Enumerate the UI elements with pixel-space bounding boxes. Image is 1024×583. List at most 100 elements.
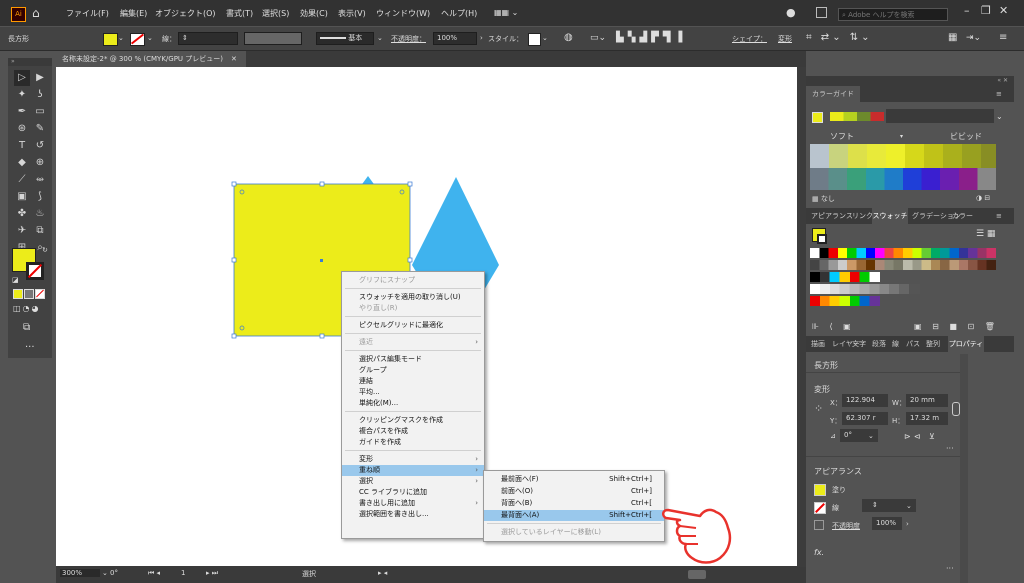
tab-properties[interactable]: プロパティ <box>948 336 984 352</box>
shape-label[interactable]: シェイプ： <box>732 34 767 44</box>
chevron-right-icon[interactable]: › <box>480 34 483 42</box>
symbol-tool-icon[interactable]: ♨ <box>32 206 48 222</box>
zoom-select[interactable]: 300% <box>60 569 100 577</box>
opacity-label[interactable]: 不透明度 <box>832 521 860 531</box>
swatch-grid-row4[interactable] <box>810 284 920 294</box>
tab-stroke[interactable]: 線 <box>892 336 899 352</box>
tab-draw[interactable]: 描画 <box>811 336 825 352</box>
vertical-scrollbar[interactable] <box>797 67 806 567</box>
chevron-down-icon[interactable]: ⌄ <box>542 34 548 42</box>
appearance-stroke-swatch[interactable] <box>814 502 826 514</box>
type-tool-icon[interactable]: T <box>14 138 30 154</box>
screen-mode-icon[interactable]: ⧉ <box>23 322 30 333</box>
swatch-stroke-indicator[interactable] <box>817 234 827 244</box>
chevron-down-icon[interactable]: ⌄ <box>118 34 124 42</box>
eyedropper-tool-icon[interactable]: ⟆ <box>32 189 48 205</box>
status-arrow-icon[interactable]: ▸ ◂ <box>378 569 387 577</box>
align-to-icon[interactable]: ▭⌄ <box>590 33 606 43</box>
submenu-bring-to-front[interactable]: 最前面へ(F) Shift+Ctrl+] <box>484 474 664 485</box>
panel-menu-icon[interactable]: ≡ <box>996 208 1002 224</box>
panel-options-icon[interactable]: ▦ <box>948 32 957 43</box>
harmony-rule-select[interactable] <box>886 109 994 123</box>
chevron-down-icon[interactable]: ▾ <box>900 133 903 140</box>
tab-color-guide[interactable]: カラーガイド <box>806 86 860 102</box>
tab-align[interactable]: 整列 <box>926 336 940 352</box>
align-buttons-icon[interactable]: ▙▚▟▛▜▐ <box>616 32 686 43</box>
direct-selection-tool-icon[interactable]: ▶ <box>32 70 48 86</box>
swatch-grid[interactable] <box>810 248 996 258</box>
color-guide-options-icon[interactable]: ◑ ⊟ <box>976 194 990 202</box>
shape-builder-tool-icon[interactable]: ⊕ <box>32 155 48 171</box>
recolor-icon[interactable]: ◍ <box>564 32 573 43</box>
opacity-input[interactable]: 100% <box>433 32 477 45</box>
stroke-weight-input[interactable]: ⇕ <box>178 32 238 45</box>
menu-file[interactable]: ファイル(F) <box>66 8 109 19</box>
selection-tool-icon[interactable]: ▷ <box>14 70 30 86</box>
chevron-down-icon[interactable]: ⌄ <box>147 34 153 42</box>
opacity-input[interactable]: 100% <box>872 517 902 530</box>
menu-help[interactable]: ヘルプ(H) <box>441 8 477 19</box>
menu-item-isolate-path[interactable]: 選択パス編集モード <box>342 354 484 365</box>
menu-object[interactable]: オブジェクト(O) <box>155 8 216 19</box>
arrange-documents-icon[interactable] <box>816 7 827 18</box>
menu-item-add-to-export[interactable]: 書き出し用に追加 › <box>342 498 484 509</box>
blend-tool-icon[interactable]: ✤ <box>14 206 30 222</box>
color-variations-grid-dark[interactable] <box>810 168 996 190</box>
menu-item-clipping-mask[interactable]: クリッピングマスクを作成 <box>342 415 484 426</box>
appearance-fill-swatch[interactable] <box>814 484 826 496</box>
default-colors-icon[interactable]: ◪ <box>12 276 19 284</box>
eraser-tool-icon[interactable]: ◆ <box>14 155 30 171</box>
chevron-down-icon[interactable]: ⌄ <box>102 569 108 577</box>
fill-swatch[interactable] <box>103 33 118 46</box>
submenu-send-backward[interactable]: 背面へ(B) Ctrl+[ <box>484 498 664 509</box>
tab-pathfinder[interactable]: パス <box>906 336 920 352</box>
panel-collapse-icon[interactable]: « ✕ <box>806 76 1014 86</box>
flip-icons[interactable]: ⊳⊲ ⊻ <box>904 432 938 441</box>
fx-icon[interactable]: fx. <box>814 548 824 557</box>
menu-item-compound-path[interactable]: 複合パスを作成 <box>342 426 484 437</box>
artboard-next-icon[interactable]: ▸ ⏭ <box>206 569 218 578</box>
tab-appearance[interactable]: アピアランス <box>811 208 853 224</box>
menu-effect[interactable]: 効果(C) <box>300 8 328 19</box>
more-options-icon[interactable]: ··· <box>946 444 954 453</box>
paintbrush-tool-icon[interactable]: ⟋ <box>14 172 30 188</box>
toolbar-grip-icon[interactable]: » <box>8 58 52 66</box>
properties-scrollbar[interactable] <box>960 354 968 583</box>
close-tab-icon[interactable]: ✕ <box>231 55 237 63</box>
menu-window[interactable]: ウィンドウ(W) <box>376 8 430 19</box>
menu-icon[interactable]: ≡ <box>999 32 1007 43</box>
restore-icon[interactable]: ❐ <box>981 4 991 17</box>
menu-item-make-guides[interactable]: ガイドを作成 <box>342 437 484 448</box>
pin-tool-icon[interactable]: ✈ <box>14 223 30 239</box>
swatch-grid-row5[interactable] <box>810 296 880 306</box>
swap-colors-icon[interactable]: ↻ <box>42 246 48 254</box>
swatch-library-icons[interactable]: ⊪ ⟨ ▣ <box>812 322 855 331</box>
arrange-icon[interactable]: ⇥⌄ <box>966 33 981 43</box>
width-input[interactable]: 20 mm <box>906 394 948 407</box>
tab-links[interactable]: リンク <box>852 208 873 224</box>
menu-item-average[interactable]: 平均... <box>342 387 484 398</box>
rotation-select[interactable]: 0° <box>110 569 118 577</box>
rotate-tool-icon[interactable]: ↺ <box>32 138 48 154</box>
menu-item-add-to-library[interactable]: CC ライブラリに追加 <box>342 487 484 498</box>
menu-item-pixel-grid[interactable]: ピクセルグリッドに最適化 <box>342 320 484 331</box>
x-position-input[interactable]: 122.904 <box>842 394 888 407</box>
rectangle-tool-icon[interactable]: ▭ <box>32 104 48 120</box>
more-options-icon[interactable]: ··· <box>946 564 954 573</box>
none-swatch-label[interactable]: ▦ なし <box>812 194 835 204</box>
menu-edit[interactable]: 編集(E) <box>120 8 147 19</box>
menu-item-export-selection[interactable]: 選択範囲を書き出し... <box>342 509 484 520</box>
tab-swatches[interactable]: スウォッチ <box>872 208 908 224</box>
reference-point-icon[interactable]: ⁘ <box>814 402 823 415</box>
menu-item-transform[interactable]: 変形 › <box>342 454 484 465</box>
variable-width-select[interactable] <box>244 32 302 45</box>
menu-type[interactable]: 書式(T) <box>226 8 253 19</box>
stroke-color-icon[interactable] <box>26 262 44 280</box>
graphic-style-swatch[interactable] <box>528 33 541 46</box>
chevron-down-icon[interactable]: ⌄ <box>377 34 383 42</box>
menu-item-join[interactable]: 連結 <box>342 376 484 387</box>
curvature-tool-icon[interactable]: ⊛ <box>14 121 30 137</box>
y-position-input[interactable]: 62.307 r <box>842 412 888 425</box>
magic-wand-tool-icon[interactable]: ✦ <box>14 87 30 103</box>
tab-paragraph[interactable]: 段落 <box>872 336 886 352</box>
